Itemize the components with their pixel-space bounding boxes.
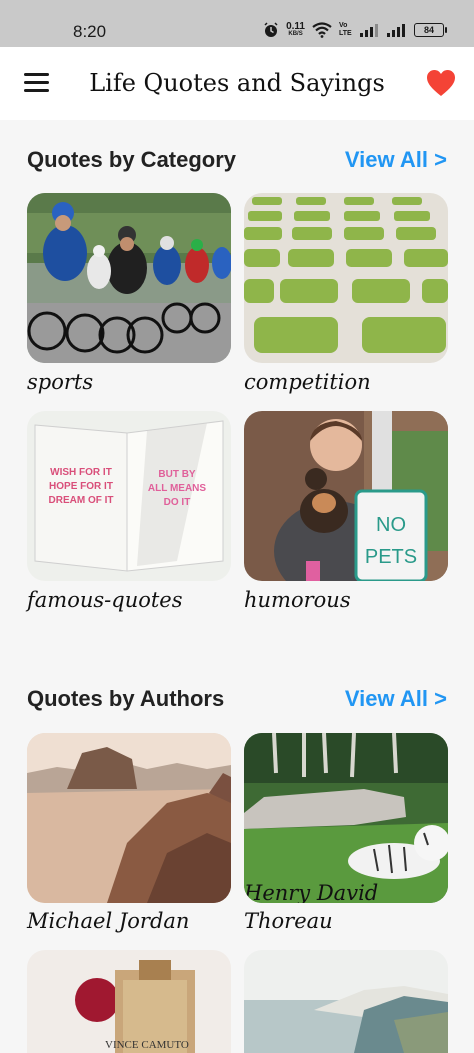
category-label-competition: competition [244, 370, 371, 394]
status-time: 8:20 [73, 22, 107, 41]
signal-icon [360, 24, 378, 37]
authors-section-title: Quotes by Authors [27, 686, 225, 711]
humorous-image: NO PETS [244, 411, 448, 581]
category-label-humorous: humorous [244, 588, 351, 612]
white-tiger-image [244, 733, 448, 903]
perfume-text: VINCE CAMUTO [105, 1039, 189, 1051]
author-card-henry-david-thoreau[interactable]: Henry David [244, 733, 448, 903]
category-card-sports[interactable] [27, 193, 231, 363]
competition-image [244, 193, 448, 363]
app-bar: Life Quotes and Sayings [0, 47, 474, 120]
coast-image [244, 950, 448, 1053]
perfume-image: VINCE CAMUTO [27, 950, 231, 1053]
authors-view-all-link[interactable]: View All > [345, 686, 447, 712]
wifi-icon [312, 22, 332, 38]
sports-image [27, 193, 231, 363]
category-card-competition[interactable] [244, 193, 448, 363]
author-label-michael-jordan: Michael Jordan [27, 909, 190, 933]
heart-icon[interactable] [426, 69, 456, 97]
sign-line2: PETS [365, 546, 417, 568]
status-icons: 0.11 KB/S Vo LTE 84 [263, 18, 447, 42]
category-card-famous-quotes[interactable]: WISH FOR IT HOPE FOR IT DREAM OF IT BUT BY… [27, 411, 231, 581]
category-label-sports: sports [27, 370, 94, 394]
category-label-famous-quotes: famous-quotes [27, 588, 183, 612]
author-card-3[interactable]: VINCE CAMUTO [27, 950, 231, 1053]
author-card-michael-jordan[interactable] [27, 733, 231, 903]
famous-quotes-image: WISH FOR IT HOPE FOR IT DREAM OF IT BUT BY… [27, 411, 231, 581]
author-overlay-line1: Henry David [244, 881, 379, 903]
category-view-all-link[interactable]: View All > [345, 147, 447, 173]
category-card-humorous[interactable]: NO PETS [244, 411, 448, 581]
desert-image [27, 733, 231, 903]
alarm-icon [264, 22, 278, 37]
app-title: Life Quotes and Sayings [89, 69, 385, 97]
sign-line1: NO [376, 514, 406, 536]
category-section-title: Quotes by Category [27, 147, 237, 172]
volte-indicator: Vo LTE [339, 22, 352, 37]
status-bar: 8:20 0.11 KB/S Vo LTE 84 [0, 0, 474, 47]
author-card-4[interactable] [244, 950, 448, 1053]
book-left-text: WISH FOR IT HOPE FOR IT DREAM OF IT [49, 467, 114, 506]
author-label-henry-david-thoreau: Thoreau [244, 909, 333, 933]
signal-icon-2 [387, 24, 405, 37]
battery-indicator: 84 [414, 23, 447, 37]
net-speed: 0.11 KB/S [286, 21, 305, 38]
